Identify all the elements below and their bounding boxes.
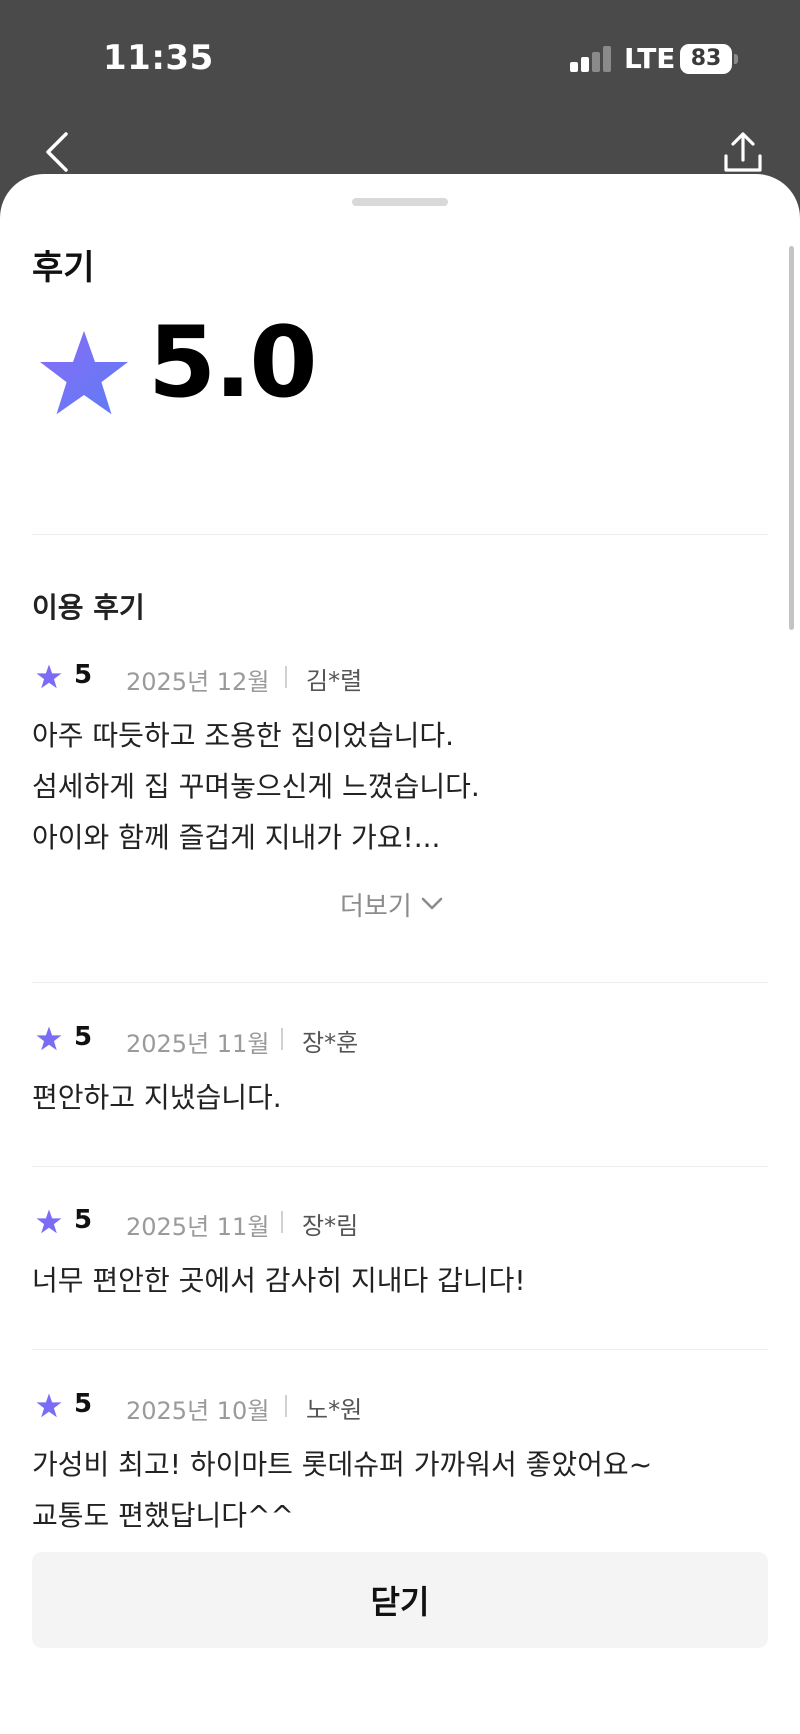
status-time: 11:35 <box>103 38 214 78</box>
more-button[interactable]: 더보기 <box>340 884 444 924</box>
separator <box>281 1211 283 1233</box>
review-body: 가성비 최고! 하이마트 롯데슈퍼 가까워서 좋았어요~ 교통도 편했답니다^^ <box>32 1448 653 1532</box>
network-type: LTE <box>624 42 676 75</box>
review-item: 5 2025년 12월 김*렬 아주 따듯하고 조용한 집이었습니다. 섬세하게… <box>32 656 768 863</box>
review-meta: 5 2025년 10월 노*원 <box>32 1385 768 1425</box>
rating-star-icon <box>40 330 128 415</box>
separator <box>285 666 287 688</box>
review-author: 장*훈 <box>302 1029 359 1057</box>
divider <box>32 1166 768 1167</box>
chevron-down-icon <box>421 897 443 910</box>
separator <box>285 1395 287 1417</box>
review-score: 5 <box>74 660 93 690</box>
scrollbar[interactable] <box>789 246 794 630</box>
review-item: 5 2025년 10월 노*원 가성비 최고! 하이마트 롯데슈퍼 가까워서 좋… <box>32 1385 768 1541</box>
review-author: 노*원 <box>306 1396 363 1424</box>
star-icon <box>36 1393 62 1418</box>
status-bar: 11:35 LTE 83 <box>0 0 800 120</box>
signal-icon <box>570 46 612 72</box>
review-date: 2025년 11월 <box>126 1030 270 1058</box>
review-item: 5 2025년 11월 장*훈 편안하고 지냈습니다. <box>32 1018 768 1123</box>
review-date: 2025년 12월 <box>126 668 270 696</box>
review-meta: 5 2025년 11월 장*훈 <box>32 1018 768 1058</box>
share-button[interactable] <box>718 128 768 178</box>
review-score: 5 <box>74 1205 93 1235</box>
review-score: 5 <box>74 1022 93 1052</box>
review-score: 5 <box>74 1389 93 1419</box>
back-button[interactable] <box>38 128 78 176</box>
chevron-left-icon <box>46 132 68 172</box>
review-body: 편안하고 지냈습니다. <box>32 1081 282 1114</box>
divider <box>32 1349 768 1350</box>
sheet-drag-handle[interactable] <box>352 198 448 206</box>
review-date: 2025년 10월 <box>126 1397 270 1425</box>
section-title: 이용 후기 <box>32 591 145 624</box>
review-body: 아주 따듯하고 조용한 집이었습니다. 섬세하게 집 꾸며놓으신게 느꼈습니다.… <box>32 719 480 854</box>
star-icon <box>36 1209 62 1234</box>
review-meta: 5 2025년 11월 장*림 <box>32 1201 768 1241</box>
share-icon <box>724 132 762 172</box>
review-meta: 5 2025년 12월 김*렬 <box>32 656 768 696</box>
more-label: 더보기 <box>340 891 412 922</box>
review-body: 너무 편안한 곳에서 감사히 지내다 갑니다! <box>32 1264 526 1297</box>
separator <box>281 1028 283 1050</box>
reviews-sheet: 후기 5.0 이용 후기 5 2025년 12월 김*렬 아주 따듯하고 조용한… <box>0 174 800 1734</box>
divider <box>32 534 768 535</box>
divider <box>32 982 768 983</box>
review-item: 5 2025년 11월 장*림 너무 편안한 곳에서 감사히 지내다 갑니다! <box>32 1201 768 1306</box>
rating-value: 5.0 <box>148 306 318 420</box>
review-author: 김*렬 <box>306 667 363 695</box>
battery-icon: 83 <box>680 44 732 74</box>
battery-nub <box>734 54 738 64</box>
sheet-title: 후기 <box>32 248 95 288</box>
star-icon <box>36 664 62 689</box>
review-author: 장*림 <box>302 1212 359 1240</box>
review-date: 2025년 11월 <box>126 1213 270 1241</box>
star-icon <box>36 1026 62 1051</box>
close-button[interactable]: 닫기 <box>32 1552 768 1648</box>
